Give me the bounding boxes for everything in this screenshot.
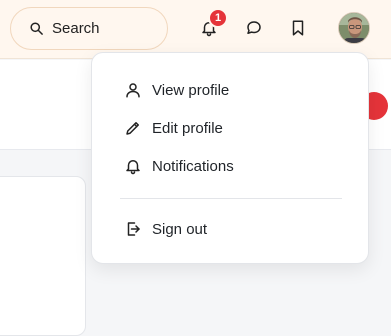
- bookmark-icon: [292, 20, 304, 36]
- bookmarks-button[interactable]: [287, 17, 309, 39]
- sign-out-icon: [127, 222, 140, 236]
- pencil-icon: [126, 122, 139, 135]
- search-label: Search: [52, 20, 100, 37]
- menu-item-label: Edit profile: [152, 119, 223, 137]
- messages-button[interactable]: [243, 17, 265, 39]
- avatar[interactable]: [338, 12, 370, 44]
- user-photo-icon: [339, 13, 369, 43]
- menu-item-edit-profile[interactable]: Edit profile: [92, 113, 368, 143]
- search-icon: [30, 22, 43, 35]
- notification-count-badge: 1: [208, 8, 228, 28]
- chat-bubble-icon: [247, 21, 261, 34]
- menu-item-label: View profile: [152, 81, 230, 99]
- menu-item-view-profile[interactable]: View profile: [92, 75, 368, 105]
- menu-item-notifications[interactable]: Notifications: [92, 151, 368, 181]
- content-card: [0, 176, 86, 336]
- top-bar: Search 1: [0, 0, 391, 59]
- menu-item-label: Notifications: [152, 157, 234, 175]
- menu-item-sign-out[interactable]: Sign out: [92, 214, 368, 244]
- user-icon: [126, 83, 140, 98]
- menu-item-label: Sign out: [152, 220, 208, 238]
- menu-divider: [120, 198, 342, 199]
- profile-dropdown-menu: View profile Edit profile Notifications …: [91, 52, 369, 264]
- search-button[interactable]: Search: [10, 7, 168, 50]
- bell-icon: [126, 160, 140, 175]
